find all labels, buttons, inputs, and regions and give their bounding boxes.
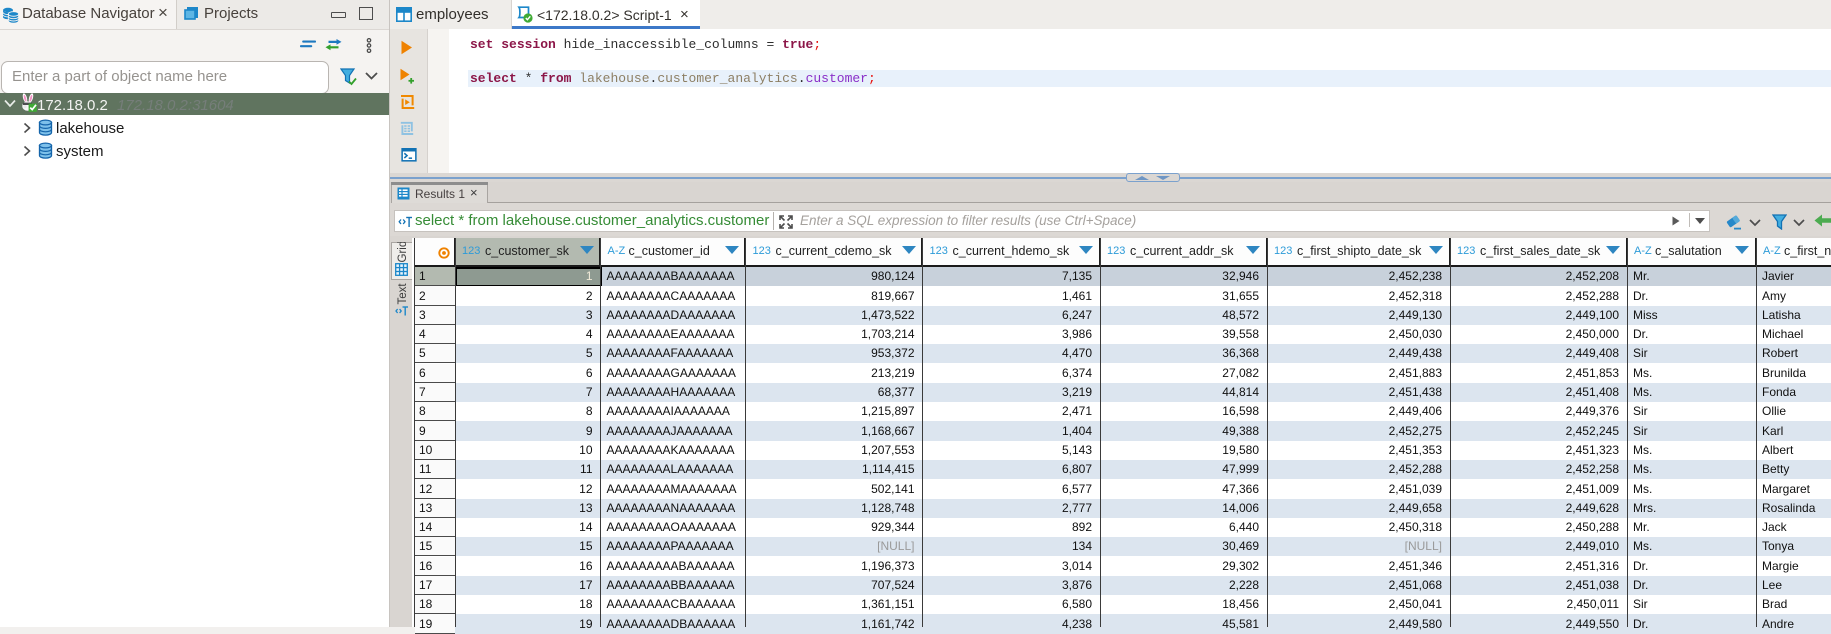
svg-text:Text: Text — [397, 283, 409, 305]
svg-text:Grid: Grid — [397, 242, 409, 263]
